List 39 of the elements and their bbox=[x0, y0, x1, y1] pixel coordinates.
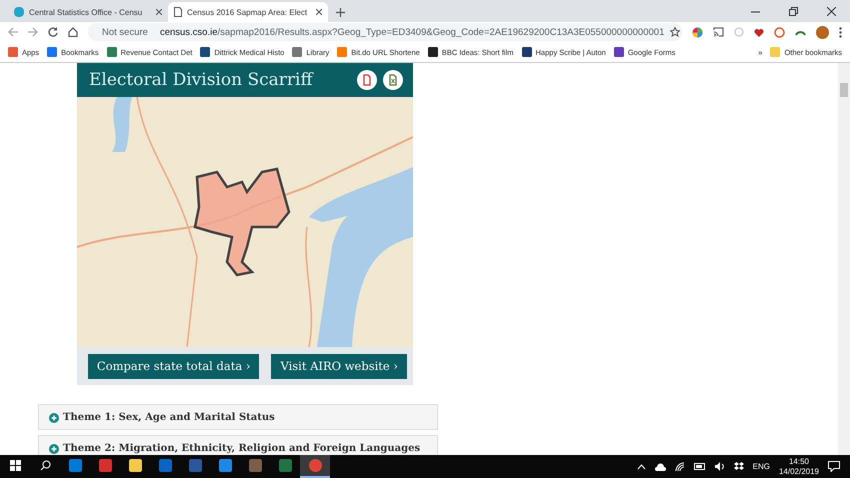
color-wheel-icon[interactable] bbox=[692, 26, 703, 38]
search-icon[interactable] bbox=[40, 460, 50, 471]
browser-tab[interactable]: Central Statistics Office - Censu bbox=[8, 2, 168, 22]
windows-start-icon[interactable] bbox=[10, 460, 20, 471]
heart-icon[interactable] bbox=[754, 28, 764, 36]
menu-icon[interactable] bbox=[839, 26, 842, 38]
cloud-icon[interactable] bbox=[654, 462, 666, 470]
address-bar[interactable]: Not secure census.cso.ie/sapmap2016/Results.aspx?Geog_Type=ED3409&Geog_Code=2AE19629200C13A3E055000000000001 bbox=[88, 23, 682, 41]
speaker-icon[interactable] bbox=[714, 462, 725, 471]
page-icon bbox=[174, 7, 182, 17]
close-icon[interactable] bbox=[156, 9, 162, 15]
theme-accordion[interactable]: Theme 1: Sex, Age and Marital Status bbox=[38, 404, 438, 430]
avatar-icon[interactable] bbox=[816, 26, 829, 38]
restore-icon[interactable] bbox=[788, 6, 798, 16]
caret-up-icon[interactable] bbox=[636, 464, 646, 470]
pdf-icon[interactable] bbox=[357, 70, 377, 90]
wifi-icon[interactable] bbox=[674, 462, 685, 472]
circle-logo-icon[interactable] bbox=[774, 26, 785, 38]
close-icon[interactable] bbox=[316, 9, 322, 15]
arc-icon[interactable] bbox=[795, 28, 806, 36]
star-outline-icon[interactable] bbox=[670, 27, 680, 37]
language-indicator[interactable]: ENG bbox=[752, 462, 770, 471]
cast-icon[interactable] bbox=[713, 27, 724, 37]
clock[interactable]: 14:50 14/02/2019 bbox=[778, 456, 819, 476]
dropbox-icon[interactable] bbox=[734, 462, 744, 471]
link-button[interactable]: Compare state total data › bbox=[88, 354, 260, 378]
area-title: Electoral Division Scarriff bbox=[89, 70, 315, 90]
home-icon[interactable] bbox=[68, 27, 78, 37]
theme-accordion[interactable]: Theme 2: Migration, Ethnicity, Religion and Foreign Languages bbox=[38, 435, 438, 455]
scroll-thumb[interactable] bbox=[840, 83, 848, 97]
close-icon[interactable] bbox=[826, 6, 836, 16]
reload-icon[interactable] bbox=[48, 27, 58, 37]
browser-tab[interactable]: Census 2016 Sapmap Area: Elect bbox=[168, 2, 328, 22]
link-button[interactable]: Visit AIRO website › bbox=[271, 354, 407, 378]
site-logo-icon bbox=[14, 7, 24, 17]
battery-icon[interactable] bbox=[694, 463, 706, 470]
scrollbar[interactable] bbox=[838, 63, 850, 455]
notification-icon[interactable] bbox=[828, 461, 840, 472]
new-tab-icon[interactable] bbox=[336, 8, 345, 17]
